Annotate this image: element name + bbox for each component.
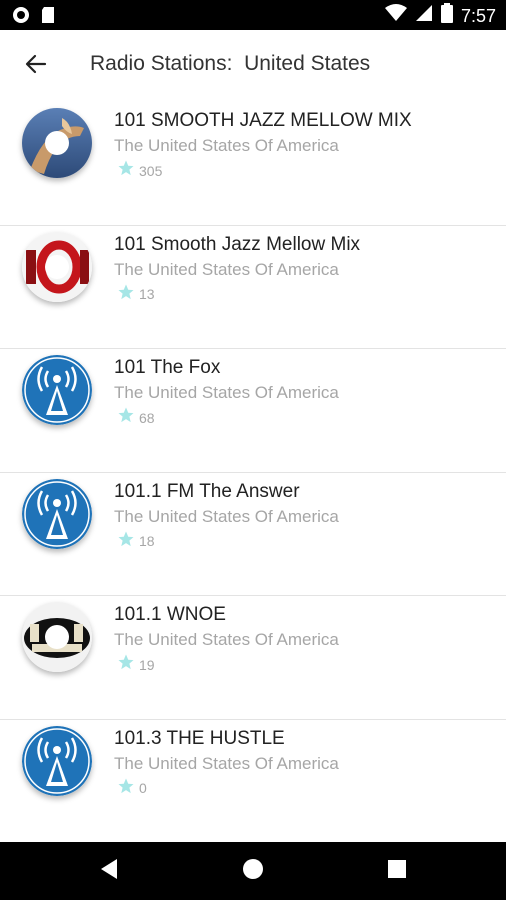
station-rating: 18 bbox=[117, 530, 155, 553]
radio-tower-icon bbox=[22, 478, 92, 549]
rating-count: 13 bbox=[139, 286, 155, 303]
station-name: 101 SMOOTH JAZZ MELLOW MIX bbox=[114, 110, 412, 131]
star-icon bbox=[117, 530, 135, 553]
station-country: The United States Of America bbox=[114, 506, 339, 526]
station-country: The United States Of America bbox=[114, 383, 339, 403]
station-country: The United States Of America bbox=[114, 259, 339, 279]
record-icon bbox=[12, 6, 30, 29]
station-list: 101 SMOOTH JAZZ MELLOW MIX The United St… bbox=[0, 102, 506, 844]
station-rating: 0 bbox=[117, 777, 147, 800]
station-rating: 68 bbox=[117, 406, 155, 429]
star-icon bbox=[117, 159, 135, 182]
station-rating: 19 bbox=[117, 653, 155, 676]
red-101-logo bbox=[22, 231, 92, 302]
station-country: The United States Of America bbox=[114, 136, 339, 155]
station-row[interactable]: 101 The Fox The United States Of America… bbox=[0, 349, 506, 473]
saxophone-photo-logo bbox=[22, 108, 92, 178]
star-icon bbox=[117, 653, 135, 676]
station-name: 101.3 THE HUSTLE bbox=[114, 727, 285, 749]
nav-recents-button[interactable] bbox=[382, 856, 412, 886]
battery-icon bbox=[440, 3, 453, 28]
rating-count: 305 bbox=[139, 162, 163, 179]
rating-count: 18 bbox=[139, 533, 155, 550]
star-icon bbox=[117, 406, 135, 429]
back-triangle-icon bbox=[99, 858, 119, 885]
wnoe-logo bbox=[22, 602, 92, 673]
status-clock: 7:57 bbox=[460, 5, 496, 26]
home-circle-icon bbox=[241, 857, 265, 886]
station-row[interactable]: 101 SMOOTH JAZZ MELLOW MIX The United St… bbox=[0, 102, 506, 226]
page-title: Radio Stations: United States bbox=[90, 52, 371, 75]
station-name: 101 Smooth Jazz Mellow Mix bbox=[114, 233, 361, 255]
station-rating: 305 bbox=[117, 159, 162, 182]
status-bar: 7:57 bbox=[0, 0, 506, 30]
back-button[interactable] bbox=[14, 44, 58, 88]
rating-count: 0 bbox=[139, 780, 147, 797]
nav-home-button[interactable] bbox=[238, 856, 268, 886]
station-name: 101.1 FM The Answer bbox=[114, 480, 300, 502]
system-nav-bar bbox=[0, 842, 506, 900]
station-name: 101 The Fox bbox=[114, 357, 221, 379]
station-row[interactable]: 101.1 FM The Answer The United States Of… bbox=[0, 472, 506, 597]
rating-count: 68 bbox=[139, 409, 155, 426]
radio-tower-icon bbox=[22, 355, 92, 426]
station-country: The United States Of America bbox=[114, 630, 339, 650]
wifi-icon bbox=[384, 4, 407, 27]
star-icon bbox=[117, 283, 135, 306]
station-name: 101.1 WNOE bbox=[114, 604, 226, 626]
app-bar: Radio Stations: United States bbox=[0, 30, 506, 102]
station-row[interactable]: 101 Smooth Jazz Mellow Mix The United St… bbox=[0, 225, 506, 350]
rating-count: 19 bbox=[139, 656, 155, 673]
star-icon bbox=[117, 777, 135, 800]
nav-back-button[interactable] bbox=[94, 856, 124, 886]
station-row[interactable]: 101.3 THE HUSTLE The United States Of Am… bbox=[0, 719, 506, 844]
cellular-icon bbox=[415, 4, 433, 27]
sd-card-icon bbox=[40, 6, 56, 29]
recents-square-icon bbox=[387, 859, 407, 884]
radio-tower-icon bbox=[22, 725, 92, 796]
station-row[interactable]: 101.1 WNOE The United States Of America … bbox=[0, 596, 506, 720]
back-arrow-icon bbox=[25, 53, 47, 80]
station-country: The United States Of America bbox=[114, 753, 339, 773]
station-rating: 13 bbox=[117, 283, 155, 306]
